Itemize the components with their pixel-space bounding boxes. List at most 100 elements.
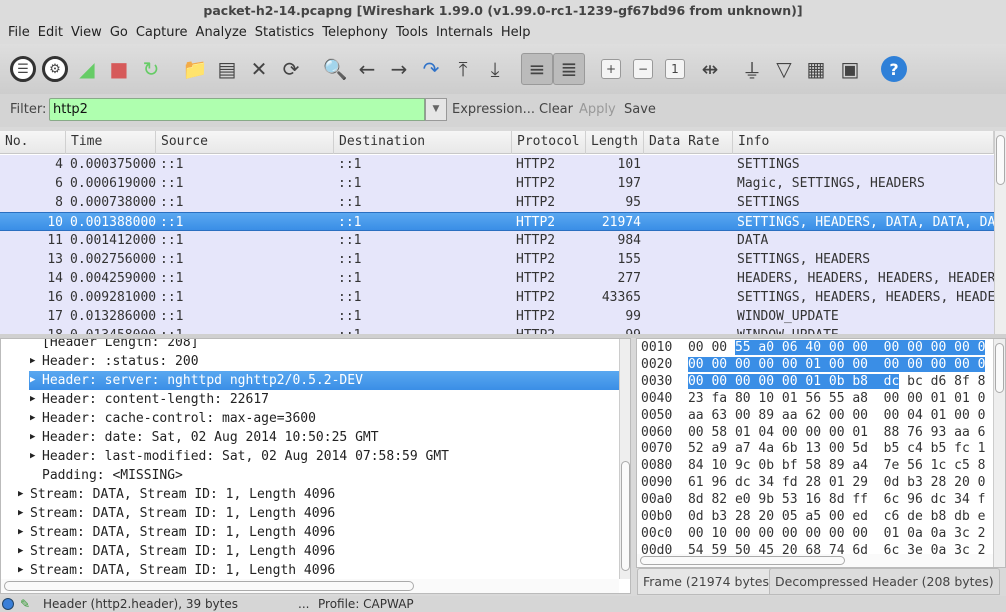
- hex-byte[interactable]: 58: [711, 425, 727, 440]
- hex-byte[interactable]: 80: [735, 391, 751, 406]
- menu-tools[interactable]: Tools: [392, 22, 432, 44]
- hex-byte[interactable]: 62: [805, 408, 821, 423]
- hex-byte[interactable]: 00: [781, 356, 798, 372]
- hex-byte[interactable]: 8d: [829, 492, 845, 507]
- column-header-data-rate[interactable]: Data Rate: [644, 131, 733, 154]
- hex-byte[interactable]: 00: [735, 408, 751, 423]
- hex-byte[interactable]: fc: [954, 441, 970, 456]
- hex-byte[interactable]: 00: [735, 526, 751, 541]
- hex-byte[interactable]: 84: [688, 458, 704, 473]
- restart-capture-icon[interactable]: ↻: [138, 56, 164, 82]
- hex-byte[interactable]: 00: [828, 356, 845, 372]
- hex-byte[interactable]: 8: [978, 458, 986, 473]
- reload-icon[interactable]: ⟳: [278, 56, 304, 82]
- hex-byte[interactable]: 28: [735, 509, 751, 524]
- hex-byte[interactable]: 0d: [688, 509, 704, 524]
- hex-byte[interactable]: 52: [688, 441, 704, 456]
- hex-byte[interactable]: b8: [931, 509, 947, 524]
- hex-byte[interactable]: 34: [954, 492, 970, 507]
- hex-byte[interactable]: 20: [758, 509, 774, 524]
- hex-byte[interactable]: 00: [758, 526, 774, 541]
- hex-byte[interactable]: c6: [884, 509, 900, 524]
- hex-byte[interactable]: 00: [782, 425, 798, 440]
- forward-icon[interactable]: →: [386, 56, 412, 82]
- hex-byte[interactable]: 00: [688, 340, 704, 355]
- hex-byte[interactable]: 40: [805, 340, 822, 355]
- hex-byte[interactable]: 8d: [688, 492, 704, 507]
- hex-byte[interactable]: 00: [930, 356, 947, 372]
- hex-byte[interactable]: 0: [978, 408, 986, 423]
- preferences-icon[interactable]: ▣: [837, 56, 863, 82]
- hex-byte[interactable]: 0: [977, 340, 986, 355]
- help-icon[interactable]: ?: [881, 56, 907, 82]
- tree-item[interactable]: ▶ Stream: DATA, Stream ID: 1, Length 4096: [1, 542, 619, 561]
- hex-byte[interactable]: 9b: [758, 492, 774, 507]
- back-icon[interactable]: ←: [354, 56, 380, 82]
- expand-arrow-icon[interactable]: ▶: [18, 504, 23, 523]
- packet-row[interactable]: 6 0.000619000::1::1 HTTP2 197 Magic, SETTING…: [0, 174, 994, 193]
- hex-byte[interactable]: 3c: [954, 543, 970, 558]
- packet-row[interactable]: 16 0.009281000::1::1 HTTP2 43365 SETTINGS, H…: [0, 288, 994, 307]
- hex-byte[interactable]: b5: [884, 441, 900, 456]
- column-header-length[interactable]: Length: [586, 131, 644, 154]
- hex-byte[interactable]: 01: [829, 475, 845, 490]
- hex-byte[interactable]: 6c: [884, 492, 900, 507]
- expand-arrow-icon[interactable]: ▶: [30, 428, 35, 447]
- menu-edit[interactable]: Edit: [34, 22, 67, 44]
- column-header-info[interactable]: Info: [733, 131, 994, 154]
- hex-byte[interactable]: b3: [711, 509, 727, 524]
- hex-byte[interactable]: de: [907, 509, 923, 524]
- hex-byte[interactable]: b3: [907, 475, 923, 490]
- apply-button[interactable]: Apply: [579, 102, 616, 117]
- hex-byte[interactable]: fd: [782, 475, 798, 490]
- tree-item[interactable]: ▶ Header: cache-control: max-age=3600: [1, 409, 619, 428]
- hex-byte[interactable]: 0d: [884, 475, 900, 490]
- hex-byte[interactable]: 00: [688, 425, 704, 440]
- packet-row[interactable]: 180.013458000::1::1HTTP299WINDOW_UPDATE: [0, 326, 994, 334]
- hex-byte[interactable]: c5: [954, 458, 970, 473]
- details-horizontal-scrollbar[interactable]: [1, 579, 619, 593]
- hex-byte[interactable]: 93: [931, 425, 947, 440]
- open-file-icon[interactable]: 📁: [182, 56, 208, 82]
- hex-byte[interactable]: 00: [734, 373, 751, 389]
- expression-button[interactable]: Expression...: [452, 102, 535, 117]
- hex-byte[interactable]: d6: [931, 374, 947, 389]
- status-profile[interactable]: Profile: CAPWAP: [318, 596, 414, 612]
- hex-byte[interactable]: 58: [805, 458, 821, 473]
- tab-decompressed-header[interactable]: Decompressed Header (208 bytes): [769, 568, 1000, 595]
- hex-byte[interactable]: 55: [829, 391, 845, 406]
- hex-byte[interactable]: 00: [883, 356, 900, 372]
- hex-byte[interactable]: 8: [978, 374, 986, 389]
- hex-byte[interactable]: 29: [852, 475, 868, 490]
- menu-statistics[interactable]: Statistics: [251, 22, 318, 44]
- hex-byte[interactable]: e0: [735, 492, 751, 507]
- hex-byte[interactable]: a8: [852, 391, 868, 406]
- hex-byte[interactable]: 00: [687, 356, 704, 372]
- hex-byte[interactable]: 56: [805, 391, 821, 406]
- hex-byte[interactable]: 01: [805, 373, 822, 389]
- hex-byte[interactable]: 6b: [782, 441, 798, 456]
- hex-byte[interactable]: 0: [978, 475, 986, 490]
- hex-byte[interactable]: 00: [907, 356, 923, 372]
- hex-byte[interactable]: 28: [931, 475, 947, 490]
- expand-arrow-icon[interactable]: ▶: [30, 390, 35, 409]
- hex-byte[interactable]: a0: [758, 340, 775, 355]
- hex-byte[interactable]: 89: [829, 458, 845, 473]
- zoom-out-icon[interactable]: −: [633, 59, 653, 79]
- expand-arrow-icon[interactable]: ▶: [30, 352, 35, 371]
- tree-item[interactable]: ▶ Header: :status: 200: [1, 352, 619, 371]
- hex-byte[interactable]: 00: [907, 391, 923, 406]
- resize-columns-icon[interactable]: ⇹: [697, 56, 723, 82]
- hex-byte[interactable]: 5d: [852, 441, 868, 456]
- hex-byte[interactable]: aa: [782, 408, 798, 423]
- tree-item[interactable]: ▶ Header: content-length: 22617: [1, 390, 619, 409]
- capture-filters-icon[interactable]: ⏚: [739, 56, 765, 83]
- hex-byte[interactable]: 0: [978, 391, 986, 406]
- hex-byte[interactable]: e: [978, 509, 986, 524]
- hex-byte[interactable]: 23: [688, 391, 704, 406]
- hex-byte[interactable]: 04: [907, 408, 923, 423]
- hex-byte[interactable]: 00: [805, 425, 821, 440]
- menu-file[interactable]: File: [4, 22, 34, 44]
- hex-byte[interactable]: 50: [735, 543, 751, 558]
- hex-byte[interactable]: 4a: [758, 441, 774, 456]
